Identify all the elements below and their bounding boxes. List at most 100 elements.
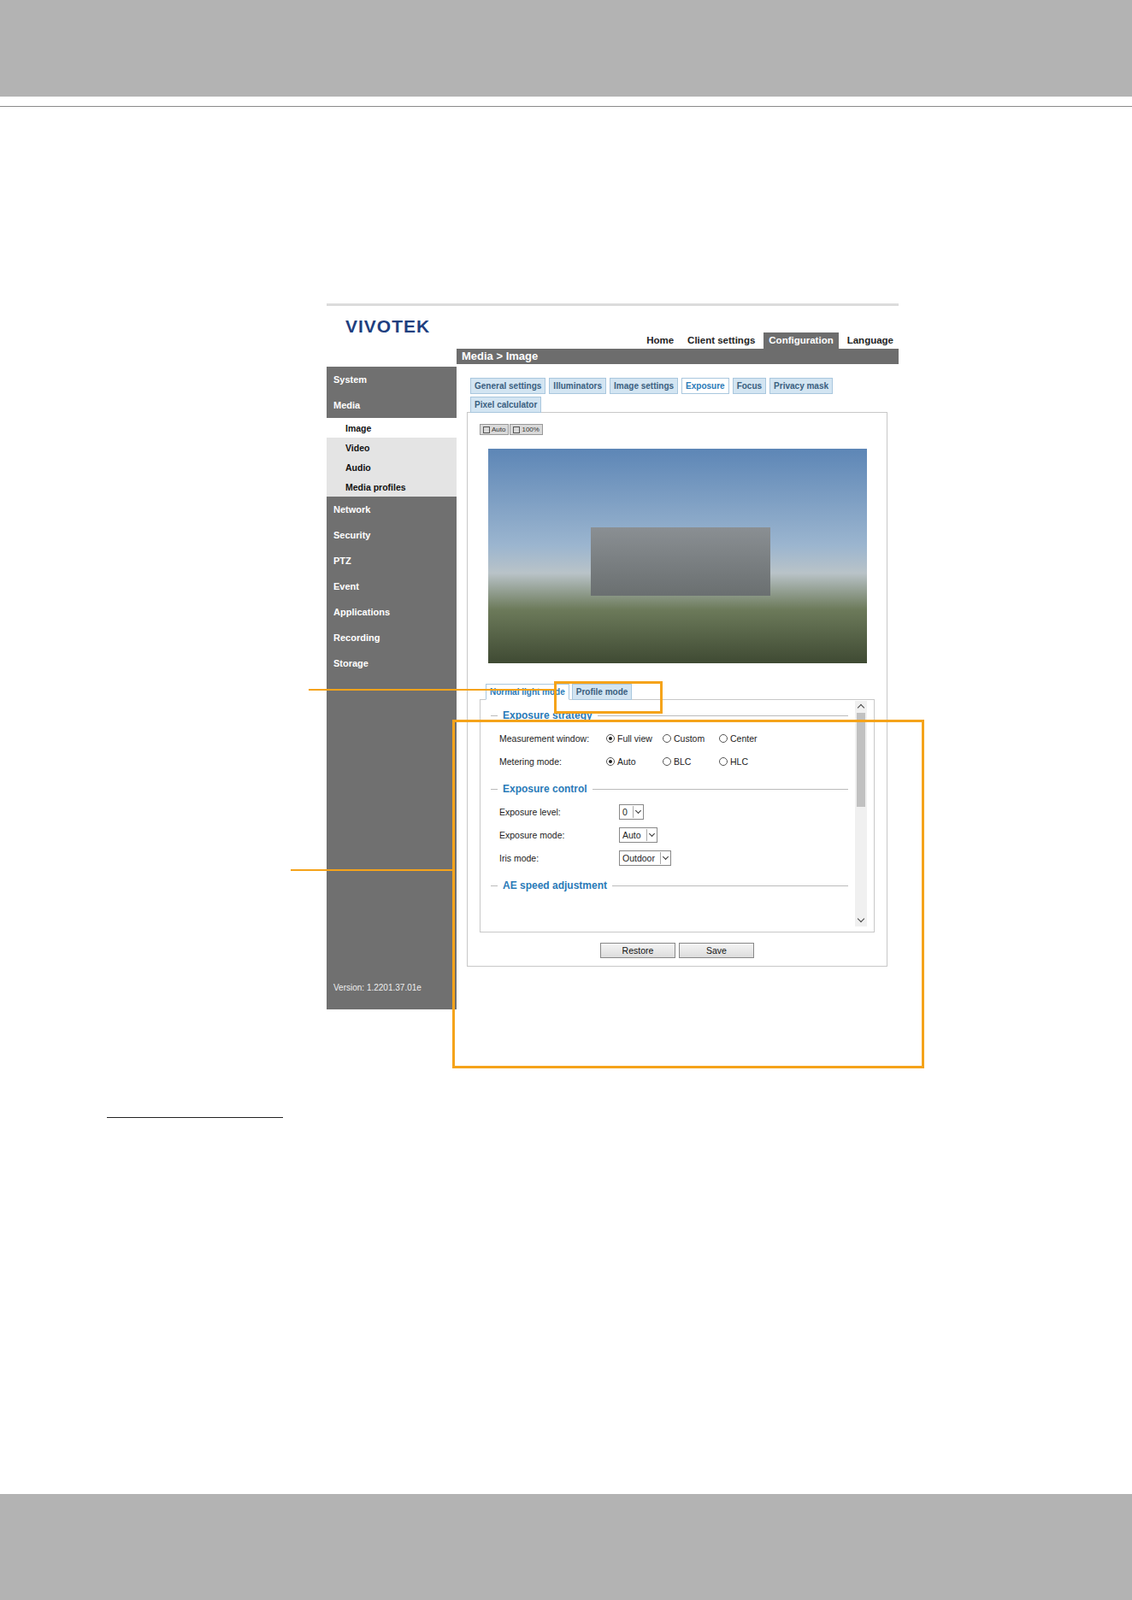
section-rule bbox=[490, 789, 498, 791]
video-preview bbox=[488, 448, 867, 664]
view-icon bbox=[512, 426, 520, 434]
settings-section: AE speed adjustment bbox=[490, 879, 849, 892]
radio-icon bbox=[719, 734, 728, 743]
setting-row: Iris mode:Outdoor bbox=[490, 846, 849, 870]
section-header: Exposure strategy bbox=[490, 709, 849, 722]
setting-label: Metering mode: bbox=[490, 756, 607, 767]
radio-icon bbox=[662, 734, 672, 743]
action-button[interactable]: Restore bbox=[600, 943, 676, 959]
section-rule bbox=[490, 715, 498, 717]
callout-line bbox=[308, 689, 555, 691]
callout-line bbox=[290, 869, 453, 872]
radio-option[interactable]: Full view bbox=[606, 733, 663, 744]
view-button[interactable]: 100% bbox=[509, 424, 543, 436]
view-buttons: Auto100% bbox=[479, 424, 875, 436]
sidebar-item[interactable]: PTZ bbox=[326, 548, 457, 574]
sidebar-item[interactable]: Storage bbox=[326, 650, 457, 677]
radio-icon bbox=[662, 757, 672, 767]
settings-section: Exposure controlExposure level:0Exposure… bbox=[490, 783, 849, 870]
setting-label: Measurement window: bbox=[490, 733, 607, 744]
sidebar-item[interactable]: Event bbox=[326, 573, 457, 600]
scrollbar[interactable] bbox=[854, 701, 867, 927]
sidebar-item[interactable]: System bbox=[326, 366, 457, 393]
section-title: Exposure control bbox=[502, 783, 588, 796]
version-label: Version: 1.2201.37.01e bbox=[326, 983, 457, 1010]
nav-tab[interactable]: Language bbox=[842, 332, 899, 349]
radio-icon bbox=[719, 757, 728, 767]
callout-highlight bbox=[554, 681, 663, 714]
header-rule bbox=[0, 106, 1132, 107]
main-area: Media > ImageGeneral settingsIlluminator… bbox=[456, 348, 899, 1010]
radio-option[interactable]: Center bbox=[719, 733, 776, 744]
app-body: SystemMediaImageVideoAudioMedia profiles… bbox=[326, 348, 899, 1010]
screenshot-top-rule bbox=[326, 303, 899, 307]
scrollbar-thumb[interactable] bbox=[856, 713, 866, 808]
setting-row: Exposure mode:Auto bbox=[490, 823, 849, 847]
section-title: AE speed adjustment bbox=[502, 879, 608, 892]
subtab[interactable]: Pixel calculator bbox=[470, 396, 542, 413]
mode-tab[interactable]: Profile mode bbox=[571, 683, 633, 701]
radio-option[interactable]: Auto bbox=[606, 756, 663, 767]
select-box[interactable]: 0 bbox=[619, 804, 644, 820]
sidebar: SystemMediaImageVideoAudioMedia profiles… bbox=[326, 366, 457, 1010]
subtab[interactable]: General settings bbox=[470, 377, 546, 395]
chevron-down-icon bbox=[660, 852, 671, 865]
settings-section: Exposure strategy Measurement window:Full… bbox=[490, 709, 849, 773]
section-title: Exposure strategy bbox=[502, 709, 593, 722]
sidebar-item[interactable]: Applications bbox=[326, 599, 457, 625]
arrow-up-icon bbox=[854, 701, 867, 714]
callout-highlight bbox=[452, 719, 925, 1069]
vivotek-logo[interactable]: VIVOTEK bbox=[326, 316, 431, 349]
page-footer-band bbox=[0, 1494, 1132, 1600]
radio-option[interactable]: HLC bbox=[719, 756, 776, 767]
page-header-band bbox=[0, 0, 1132, 97]
mode-tab-bar: Normal light modeProfile mode bbox=[485, 683, 875, 701]
select-box[interactable]: Outdoor bbox=[619, 850, 672, 867]
sidebar-subitem[interactable]: Video bbox=[326, 437, 457, 458]
subtab[interactable]: Illuminators bbox=[548, 377, 607, 395]
app-header: VIVOTEK HomeClient settingsConfigurationL… bbox=[326, 306, 899, 349]
sidebar-item[interactable]: Security bbox=[326, 522, 457, 549]
content: General settingsIlluminatorsImage settin… bbox=[456, 364, 899, 967]
subtab[interactable]: Privacy mask bbox=[769, 377, 833, 395]
nav-tab[interactable]: Client settings bbox=[682, 332, 761, 349]
view-icon bbox=[483, 426, 490, 434]
sidebar-subitem[interactable]: Media profiles bbox=[326, 477, 457, 497]
sidebar-item[interactable]: Media bbox=[326, 392, 457, 419]
subtab[interactable]: Image settings bbox=[609, 377, 679, 395]
web-ui-screenshot: VIVOTEK HomeClient settingsConfigurationL… bbox=[326, 303, 899, 1010]
section-rule bbox=[597, 715, 849, 717]
setting-row: Metering mode:AutoBLCHLC bbox=[490, 749, 849, 773]
sidebar-subitem[interactable]: Image bbox=[326, 418, 457, 438]
chevron-down-icon bbox=[632, 806, 643, 819]
setting-label: Iris mode: bbox=[490, 853, 620, 864]
chevron-down-icon bbox=[646, 829, 657, 842]
top-nav: HomeClient settingsConfigurationLanguage bbox=[641, 332, 899, 349]
radio-option[interactable]: Custom bbox=[662, 733, 720, 744]
radio-icon bbox=[606, 734, 615, 743]
settings-scroll-area: Exposure strategy Measurement window:Full… bbox=[480, 701, 867, 927]
radio-icon bbox=[606, 757, 615, 767]
radio-option[interactable]: BLC bbox=[662, 756, 720, 767]
select-box[interactable]: Auto bbox=[619, 827, 658, 844]
heading-underline bbox=[106, 1117, 283, 1119]
sidebar-item[interactable]: Recording bbox=[326, 624, 457, 651]
mode-tab[interactable]: Normal light mode bbox=[485, 683, 570, 701]
section-rule bbox=[612, 885, 849, 887]
mode-settings-box: Exposure strategy Measurement window:Full… bbox=[479, 699, 875, 933]
settings-list: Exposure strategy Measurement window:Full… bbox=[480, 701, 855, 927]
setting-label: Exposure mode: bbox=[490, 830, 620, 841]
subtab[interactable]: Exposure bbox=[681, 377, 730, 395]
left-column: SystemMediaImageVideoAudioMedia profiles… bbox=[326, 348, 457, 1010]
view-button[interactable]: Auto bbox=[479, 424, 509, 436]
sidebar-sublist: ImageVideoAudioMedia profiles bbox=[326, 418, 457, 497]
nav-tab[interactable]: Configuration bbox=[763, 332, 838, 349]
action-button[interactable]: Save bbox=[678, 943, 755, 959]
section-rule bbox=[592, 789, 849, 791]
section-header: AE speed adjustment bbox=[490, 879, 849, 892]
sidebar-subitem[interactable]: Audio bbox=[326, 457, 457, 478]
nav-tab[interactable]: Home bbox=[641, 332, 679, 349]
sidebar-item[interactable]: Network bbox=[326, 496, 457, 523]
subtab[interactable]: Focus bbox=[732, 377, 767, 395]
arrow-down-icon bbox=[854, 914, 867, 927]
